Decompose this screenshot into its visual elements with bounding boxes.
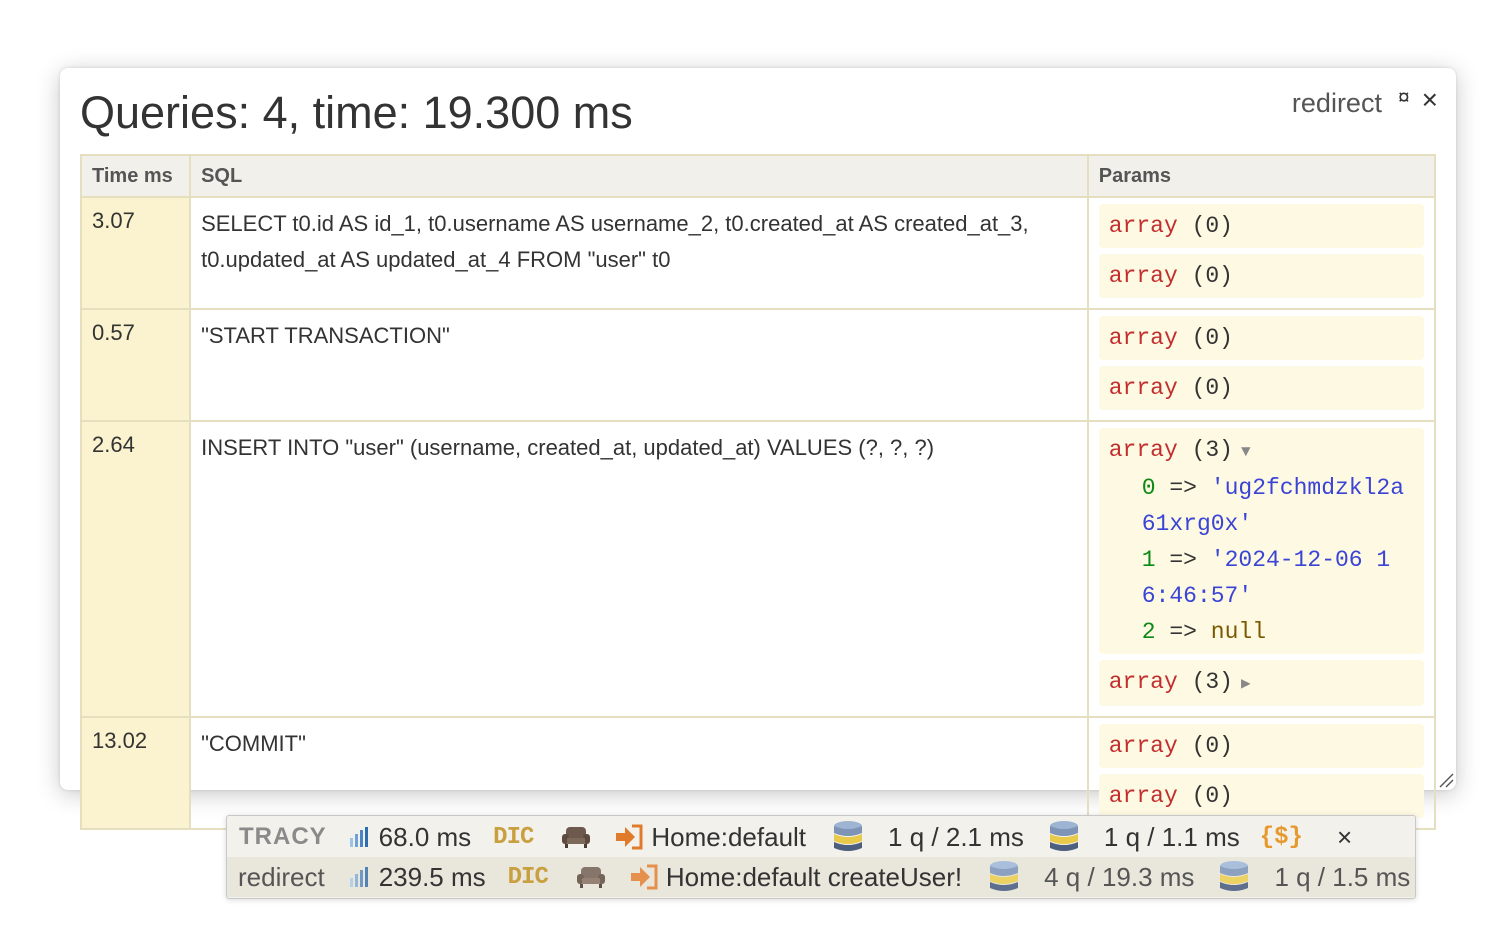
database-stats: 1 q / 1.5 ms <box>1274 861 1411 892</box>
close-icon[interactable]: × <box>1422 84 1438 116</box>
dump-array: array (0) <box>1098 724 1424 768</box>
dump-item: 2 => null <box>1141 619 1266 645</box>
query-sql: SELECT t0.id AS id_1, t0.username AS use… <box>189 196 1089 310</box>
database-icon <box>990 861 1019 891</box>
database-panel-button[interactable]: 1 q / 2.1 ms <box>832 820 1024 854</box>
dic-panel-button[interactable]: DIC <box>508 864 549 891</box>
column-header-sql: SQL <box>189 154 1089 198</box>
dump-array: array (0) <box>1098 366 1424 410</box>
login-arrow-icon <box>616 824 643 850</box>
tracy-bar: TRACY 68.0 ms DIC Home:default 1 q / 2.1… <box>226 815 1416 899</box>
dump-item: 1 => '2024-12-06 16:46:57' <box>1141 547 1391 609</box>
dic-panel-button[interactable]: DIC <box>493 824 534 851</box>
redirect-label[interactable]: redirect <box>238 862 325 893</box>
route-panel-button[interactable]: Home:default <box>615 822 806 853</box>
query-params: array (0) array (0) <box>1086 716 1437 830</box>
database-stats: 1 q / 2.1 ms <box>888 821 1024 852</box>
query-time: 13.02 <box>79 716 192 830</box>
time-label: 68.0 ms <box>378 821 472 852</box>
resize-grip-icon[interactable] <box>1438 772 1454 788</box>
session-panel-button[interactable] <box>576 865 606 889</box>
database-panel-button-2[interactable]: 1 q / 1.5 ms <box>1218 860 1410 894</box>
query-sql: "START TRANSACTION" <box>189 308 1089 422</box>
table-header-row: Time ms SQL Params <box>79 154 1437 198</box>
query-time: 2.64 <box>79 420 192 718</box>
time-label: 239.5 ms <box>378 861 486 892</box>
query-params: array (0) array (0) <box>1086 196 1437 310</box>
database-panel-button[interactable]: 4 q / 19.3 ms <box>988 860 1194 894</box>
route-panel-button[interactable]: Home:default createUser! <box>630 862 962 893</box>
database-icon <box>1220 861 1249 891</box>
query-time: 0.57 <box>79 308 192 422</box>
query-params: array (3) ▼ 0 => 'ug2fchmdzkl2a61xrg0x' 1… <box>1086 420 1437 718</box>
dump-array: array (0) <box>1098 254 1424 298</box>
database-icon <box>834 821 863 851</box>
tracy-logo[interactable]: TRACY <box>239 823 327 851</box>
collapse-toggle-icon[interactable]: ▼ <box>1241 443 1251 461</box>
bar-chart-icon <box>349 827 368 847</box>
dump-array: array (0) <box>1098 316 1424 360</box>
login-arrow-icon <box>630 864 658 890</box>
table-row: 13.02 "COMMIT" array (0) array (0) <box>79 716 1437 830</box>
query-params: array (0) array (0) <box>1086 308 1437 422</box>
time-panel-button[interactable]: 239.5 ms <box>349 862 486 893</box>
panel-mode-label: redirect <box>1291 88 1382 118</box>
table-row: 0.57 "START TRANSACTION" array (0) array… <box>79 308 1437 422</box>
query-sql: "COMMIT" <box>189 716 1089 830</box>
dump-item: 0 => 'ug2fchmdzkl2a61xrg0x' <box>1141 475 1405 537</box>
tracy-bar-row-redirect: redirect 239.5 ms DIC Home:default creat… <box>227 857 1415 897</box>
table-row: 2.64 INSERT INTO "user" (username, creat… <box>79 420 1437 718</box>
session-panel-button[interactable] <box>561 825 591 849</box>
dump-array-collapsed: array (3) ▶ <box>1098 660 1424 706</box>
php-info-button[interactable]: {$} <box>1260 824 1303 851</box>
database-icon <box>1049 821 1078 851</box>
route-label: Home:default createUser! <box>665 861 963 892</box>
bar-chart-icon <box>349 867 368 887</box>
dump-array-expanded: array (3) ▼ 0 => 'ug2fchmdzkl2a61xrg0x' 1… <box>1098 428 1424 654</box>
table-row: 3.07 SELECT t0.id AS id_1, t0.username A… <box>79 196 1437 310</box>
route-label: Home:default <box>651 821 807 852</box>
time-panel-button[interactable]: 68.0 ms <box>349 821 472 853</box>
armchair-icon <box>562 827 591 848</box>
queries-panel: Queries: 4, time: 19.300 ms redirect ¤ ×… <box>60 68 1456 830</box>
panel-controls: redirect ¤ × <box>1292 84 1438 119</box>
column-header-params: Params <box>1086 154 1437 198</box>
dump-array: array (0) <box>1098 774 1424 818</box>
database-panel-button-2[interactable]: 1 q / 1.1 ms <box>1048 820 1240 854</box>
query-sql: INSERT INTO "user" (username, created_at… <box>189 420 1089 718</box>
column-header-time: Time ms <box>79 154 192 198</box>
dump-array: array (0) <box>1098 204 1424 248</box>
armchair-icon <box>576 867 605 888</box>
query-time: 3.07 <box>79 196 192 310</box>
expand-toggle-icon[interactable]: ▶ <box>1241 675 1251 693</box>
database-stats: 1 q / 1.1 ms <box>1103 821 1240 852</box>
tracy-bar-row-main: TRACY 68.0 ms DIC Home:default 1 q / 2.1… <box>227 817 1352 857</box>
pin-icon[interactable]: ¤ <box>1398 86 1410 110</box>
panel-title: Queries: 4, time: 19.300 ms <box>80 87 633 138</box>
queries-table: Time ms SQL Params 3.07 SELECT t0.id AS … <box>79 154 1437 830</box>
database-stats: 4 q / 19.3 ms <box>1044 861 1195 892</box>
bar-close-icon[interactable]: × <box>1337 822 1352 853</box>
